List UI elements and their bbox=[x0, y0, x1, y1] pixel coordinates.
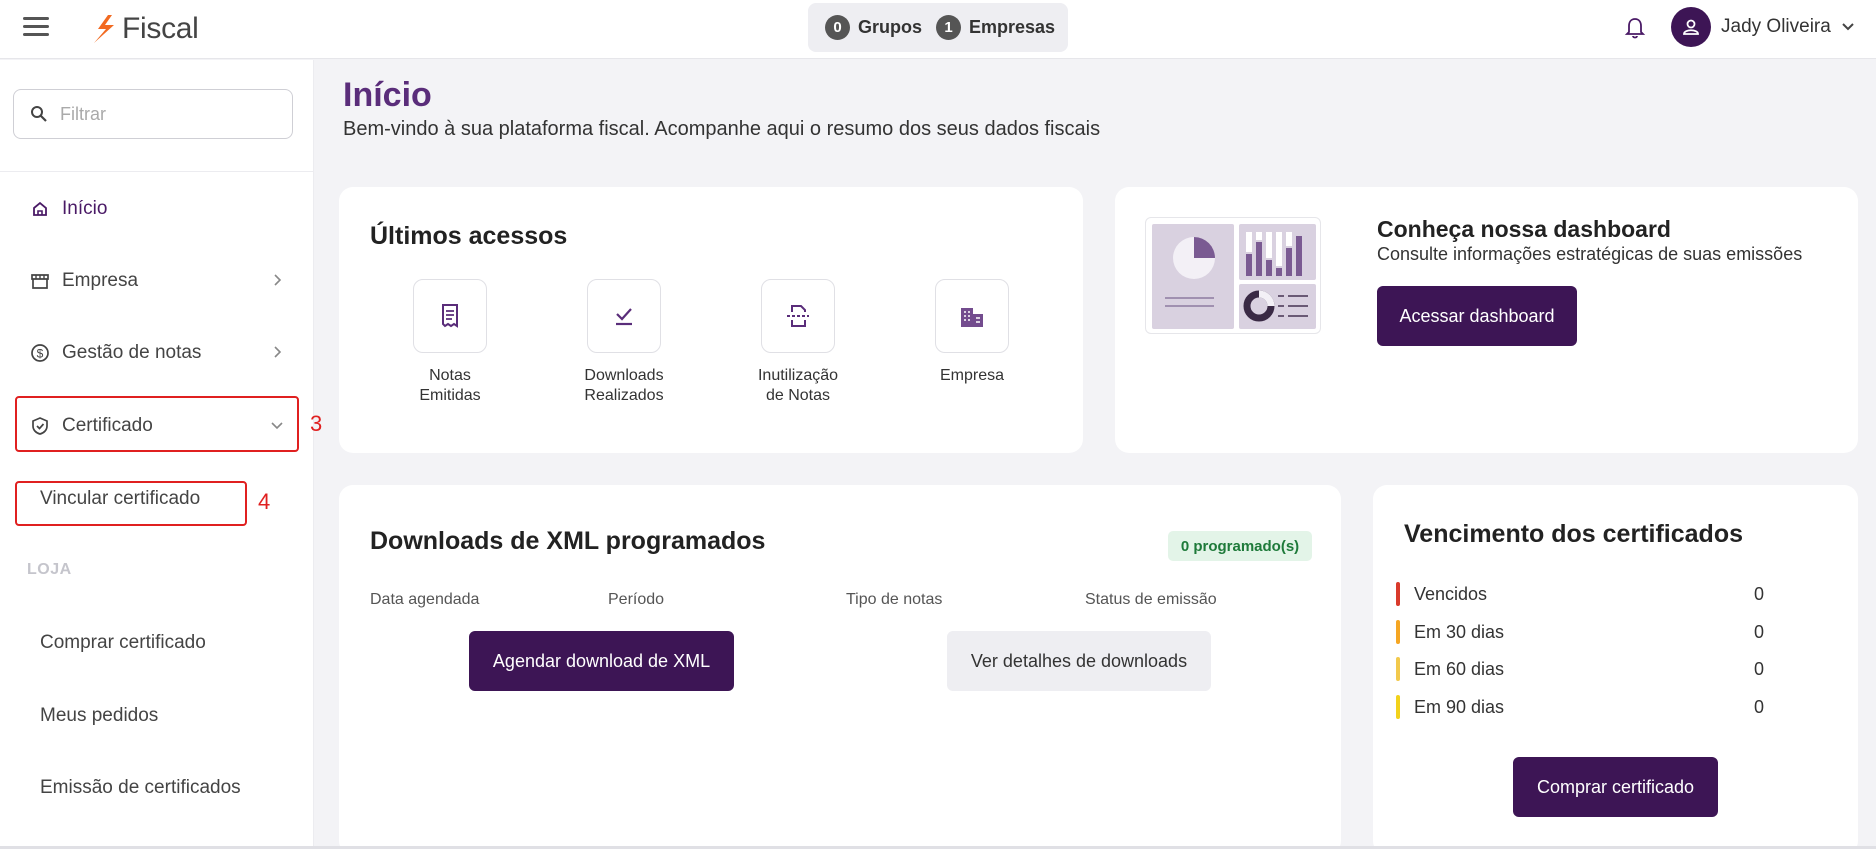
dashboard-title: Conheça nossa dashboard bbox=[1377, 216, 1671, 242]
groups-label: Grupos bbox=[858, 17, 923, 37]
recent-item-notas-emitidas[interactable]: Notas Emitidas bbox=[400, 279, 500, 406]
status-bar bbox=[1396, 582, 1400, 606]
group-company-switcher[interactable]: 0 Grupos 1 Empresas bbox=[808, 3, 1068, 52]
user-name[interactable]: Jady Oliveira bbox=[1721, 16, 1831, 38]
status-bar bbox=[1396, 695, 1400, 719]
avatar[interactable] bbox=[1671, 7, 1711, 47]
sidebar-item-emissao-de-certificados[interactable]: Emissão de certificados bbox=[40, 777, 241, 799]
home-icon bbox=[30, 199, 50, 219]
sidebar-item-meus-pedidos[interactable]: Meus pedidos bbox=[40, 705, 158, 727]
expiry-count: 0 bbox=[1754, 583, 1765, 604]
recent-item-label: Notas Emitidas bbox=[419, 367, 481, 404]
page-subtitle: Bem-vindo à sua plataforma fiscal. Acomp… bbox=[343, 118, 1101, 140]
buy-certificate-button[interactable]: Comprar certificado bbox=[1513, 757, 1718, 817]
companies-label: Empresas bbox=[969, 17, 1056, 37]
xml-downloads-title: Downloads de XML programados bbox=[370, 527, 766, 555]
search-icon bbox=[31, 106, 47, 122]
column-header: Tipo de notas bbox=[846, 591, 943, 608]
status-bar bbox=[1396, 620, 1400, 644]
expiry-label: Em 90 dias bbox=[1414, 696, 1505, 717]
document-cancel-icon bbox=[761, 279, 835, 353]
dollar-circle-icon: $ bbox=[30, 343, 50, 363]
expiry-row-90-dias: Em 90 dias 0 bbox=[1396, 694, 1766, 720]
check-download-icon bbox=[587, 279, 661, 353]
expiry-label: Em 60 dias bbox=[1414, 658, 1505, 679]
menu-icon[interactable] bbox=[23, 17, 49, 37]
recent-item-label: Inutilização de Notas bbox=[757, 367, 839, 404]
sidebar-item-label: Início bbox=[62, 198, 108, 219]
filter-input[interactable] bbox=[60, 103, 270, 125]
building-icon bbox=[935, 279, 1009, 353]
column-header: Período bbox=[608, 591, 665, 608]
recent-item-label: Downloads Realizados bbox=[584, 367, 664, 404]
logo[interactable]: Fiscal bbox=[88, 11, 199, 47]
sidebar-item-empresa[interactable]: Empresa bbox=[16, 255, 298, 307]
svg-text:$: $ bbox=[37, 347, 44, 361]
app-name: Fiscal bbox=[122, 12, 199, 45]
page-title: Início bbox=[343, 76, 432, 114]
expiry-count: 0 bbox=[1754, 658, 1765, 679]
recent-item-label: Empresa bbox=[939, 367, 1005, 384]
sidebar-item-inicio[interactable]: Início bbox=[16, 183, 298, 235]
top-bar: Fiscal 0 Grupos 1 Empresas Jady Oliveira bbox=[0, 0, 1876, 59]
annotation-box-certificado bbox=[15, 396, 299, 452]
sidebar: Início Empresa $ Gestão de notas Certifi… bbox=[0, 60, 314, 849]
view-download-details-button[interactable]: Ver detalhes de downloads bbox=[947, 631, 1211, 691]
section-label-loja: LOJA bbox=[27, 561, 72, 578]
recent-item-downloads-realizados[interactable]: Downloads Realizados bbox=[574, 279, 674, 406]
dashboard-subtitle: Consulte informações estratégicas de sua… bbox=[1377, 244, 1803, 264]
sidebar-item-gestao-de-notas[interactable]: $ Gestão de notas bbox=[16, 327, 298, 379]
sidebar-divider bbox=[0, 171, 314, 172]
annotation-number: 3 bbox=[310, 411, 323, 436]
chevron-right-icon bbox=[274, 274, 282, 286]
expiry-count: 0 bbox=[1754, 696, 1765, 717]
expiry-label: Em 30 dias bbox=[1414, 621, 1505, 642]
status-bar bbox=[1396, 657, 1400, 681]
sidebar-item-comprar-certificado[interactable]: Comprar certificado bbox=[40, 632, 206, 654]
certificate-expiry-title: Vencimento dos certificados bbox=[1404, 520, 1743, 548]
column-header: Data agendada bbox=[370, 591, 480, 608]
sidebar-item-label: Gestão de notas bbox=[62, 342, 202, 363]
receipt-icon bbox=[413, 279, 487, 353]
expiry-label: Vencidos bbox=[1414, 583, 1488, 604]
store-icon bbox=[30, 271, 50, 291]
access-dashboard-button[interactable]: Acessar dashboard bbox=[1377, 286, 1577, 346]
expiry-row-30-dias: Em 30 dias 0 bbox=[1396, 619, 1766, 645]
expiry-count: 0 bbox=[1754, 621, 1765, 642]
chevron-right-icon bbox=[274, 346, 282, 358]
dashboard-illustration bbox=[1145, 217, 1321, 334]
scheduled-badge: 0 programado(s) bbox=[1168, 531, 1312, 561]
sidebar-item-label: Empresa bbox=[62, 270, 139, 291]
recent-access-title: Últimos acessos bbox=[370, 222, 568, 250]
annotation-number: 4 bbox=[258, 489, 271, 514]
groups-count: 0 bbox=[825, 15, 850, 40]
user-icon bbox=[1683, 19, 1699, 35]
filter-field[interactable] bbox=[13, 89, 293, 139]
companies-count: 1 bbox=[936, 15, 962, 40]
column-header: Status de emissão bbox=[1085, 591, 1217, 608]
annotation-box-vincular bbox=[15, 481, 247, 526]
expiry-row-60-dias: Em 60 dias 0 bbox=[1396, 656, 1766, 682]
expiry-row-vencidos: Vencidos 0 bbox=[1396, 581, 1766, 607]
recent-item-empresa[interactable]: Empresa bbox=[922, 279, 1022, 386]
bell-icon[interactable] bbox=[1624, 15, 1646, 41]
schedule-xml-download-button[interactable]: Agendar download de XML bbox=[469, 631, 734, 691]
fiscal-logo-icon bbox=[94, 15, 114, 43]
recent-item-inutilizacao-de-notas[interactable]: Inutilização de Notas bbox=[748, 279, 848, 406]
chevron-down-icon[interactable] bbox=[1840, 18, 1856, 34]
